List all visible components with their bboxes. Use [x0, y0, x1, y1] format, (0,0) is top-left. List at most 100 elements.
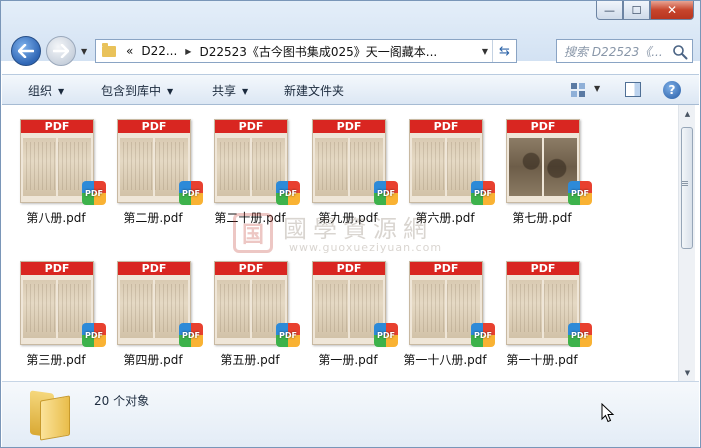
pdf-badge-label: PDF [279, 330, 297, 340]
thumbnail-pdf-band: PDF [313, 262, 385, 275]
organize-menu[interactable]: 组织 ▼ [28, 82, 64, 99]
close-icon: ✕ [666, 3, 678, 17]
thumbnail-pdf-band: PDF [410, 120, 482, 133]
help-icon[interactable]: ? [663, 81, 681, 99]
scrollbar-grip [682, 181, 688, 182]
refresh-button[interactable]: ⇆ [492, 40, 516, 62]
file-name: 第一册.pdf [318, 353, 378, 367]
thumbnail-pdf-band: PDF [507, 120, 579, 133]
close-button[interactable]: ✕ [650, 1, 694, 20]
pdf-badge-label: PDF [474, 330, 492, 340]
folder-icon [30, 390, 72, 441]
scroll-up-button[interactable]: ▲ [679, 105, 696, 122]
new-folder-button[interactable]: 新建文件夹 [284, 82, 344, 99]
file-item[interactable]: PDF PDF 第二册.pdf [109, 111, 203, 225]
mouse-cursor-icon [601, 403, 615, 423]
command-bar: 组织 ▼ 包含到库中 ▼ 共享 ▼ 新建文件夹 ▼ ? [2, 74, 699, 105]
file-item[interactable]: PDF PDF 第四册.pdf [109, 253, 203, 367]
arrow-right-icon [53, 44, 69, 58]
details-pane: 20 个对象 [2, 381, 699, 447]
view-options-dropdown[interactable]: ▼ [594, 84, 600, 93]
vertical-scrollbar[interactable]: ▲ ▼ [678, 105, 695, 381]
thumbnail-pdf-band: PDF [118, 262, 190, 275]
file-item[interactable]: PDF PDF 第九册.pdf [304, 111, 398, 225]
share-label: 共享 [212, 84, 237, 98]
pdf-badge-label: PDF [85, 330, 103, 340]
file-name: 第四册.pdf [123, 353, 183, 367]
new-folder-label: 新建文件夹 [284, 84, 345, 98]
file-item[interactable]: PDF PDF 第一册.pdf [304, 253, 398, 367]
search-icon[interactable] [672, 44, 688, 60]
include-in-library-label: 包含到库中 [101, 84, 162, 98]
window-controls: — ☐ ✕ [596, 1, 694, 20]
file-item[interactable]: PDF PDF 第六册.pdf [401, 111, 495, 225]
file-name: 第五册.pdf [220, 353, 280, 367]
pdf-badge-label: PDF [474, 188, 492, 198]
thumbnail-pdf-band: PDF [118, 120, 190, 133]
pdf-file-icon: PDF [82, 181, 106, 205]
file-item[interactable]: PDF PDF 第三册.pdf [12, 253, 106, 367]
pdf-badge-label: PDF [85, 188, 103, 198]
back-button[interactable] [11, 36, 41, 66]
maximize-button[interactable]: ☐ [623, 1, 650, 20]
address-row: ▼ « D22... ▶ D22523《古今图书集成025》天一阁藏本... ▼… [1, 35, 700, 67]
recent-pages-dropdown[interactable]: ▼ [81, 47, 87, 56]
watermark-url: www.guoxueziyuan.com [289, 241, 443, 254]
scroll-down-button[interactable]: ▼ [679, 364, 696, 381]
file-item[interactable]: PDF PDF 第一十册.pdf [498, 253, 592, 367]
title-bar[interactable]: — ☐ ✕ [1, 1, 700, 31]
chevron-down-icon: ▼ [167, 87, 174, 96]
address-dropdown[interactable]: ▼ [482, 47, 488, 56]
include-in-library-menu[interactable]: 包含到库中 ▼ [101, 82, 173, 99]
pdf-file-icon: PDF [374, 181, 398, 205]
pdf-badge-label: PDF [279, 188, 297, 198]
scrollbar-thumb[interactable] [681, 127, 693, 249]
forward-button[interactable] [46, 36, 76, 66]
arrow-left-icon [18, 44, 34, 58]
thumbnail-pdf-band: PDF [215, 120, 287, 133]
file-item[interactable]: PDF PDF 第八册.pdf [12, 111, 106, 225]
preview-pane-icon[interactable] [625, 82, 641, 97]
file-name: 第七册.pdf [512, 211, 572, 225]
minimize-button[interactable]: — [596, 1, 623, 20]
file-name: 第一十册.pdf [506, 353, 578, 367]
explorer-window: — ☐ ✕ ▼ « D22... ▶ D22523《古今图书集成025》天一阁藏… [0, 0, 701, 448]
minimize-icon: — [604, 3, 615, 17]
breadcrumb-parent[interactable]: D22... [141, 44, 177, 58]
folder-icon [102, 42, 116, 57]
thumbnail-pdf-band: PDF [21, 262, 93, 275]
address-bar[interactable]: « D22... ▶ D22523《古今图书集成025》天一阁藏本... ▼ ⇆ [95, 39, 517, 63]
pdf-badge-label: PDF [377, 188, 395, 198]
watermark-title: 國學資源網 [283, 215, 433, 243]
watermark-seal: 国 [233, 213, 273, 253]
file-item[interactable]: PDF PDF 第五册.pdf [206, 253, 300, 367]
chevron-down-icon: ▼ [242, 87, 249, 96]
share-menu[interactable]: 共享 ▼ [212, 82, 248, 99]
view-options-icon[interactable] [570, 82, 586, 98]
pdf-file-icon: PDF [568, 323, 592, 347]
pdf-file-icon: PDF [568, 181, 592, 205]
breadcrumb-overflow[interactable]: « [126, 44, 133, 58]
pdf-file-icon: PDF [374, 323, 398, 347]
file-item[interactable]: PDF PDF 第一十八册.pdf [401, 253, 495, 367]
item-count: 20 个对象 [94, 394, 150, 408]
pdf-badge-label: PDF [182, 188, 200, 198]
file-name: 第二册.pdf [123, 211, 183, 225]
organize-label: 组织 [28, 84, 53, 98]
pdf-badge-label: PDF [571, 330, 589, 340]
pdf-file-icon: PDF [276, 323, 300, 347]
file-item[interactable]: PDF PDF 第二十册.pdf [206, 111, 300, 225]
breadcrumb-current[interactable]: D22523《古今图书集成025》天一阁藏本... [199, 43, 437, 60]
pdf-file-icon: PDF [179, 181, 203, 205]
search-placeholder: 搜索 D22523《... [564, 44, 663, 59]
file-name: 第八册.pdf [26, 211, 86, 225]
chevron-right-icon[interactable]: ▶ [185, 47, 191, 56]
search-input[interactable]: 搜索 D22523《... [556, 39, 693, 63]
pdf-file-icon: PDF [471, 323, 495, 347]
pdf-file-icon: PDF [471, 181, 495, 205]
file-item[interactable]: PDF PDF 第七册.pdf [498, 111, 592, 225]
file-name: 第一十八册.pdf [403, 353, 487, 367]
pdf-badge-label: PDF [571, 188, 589, 198]
pdf-file-icon: PDF [82, 323, 106, 347]
chevron-down-icon: ▼ [58, 87, 65, 96]
